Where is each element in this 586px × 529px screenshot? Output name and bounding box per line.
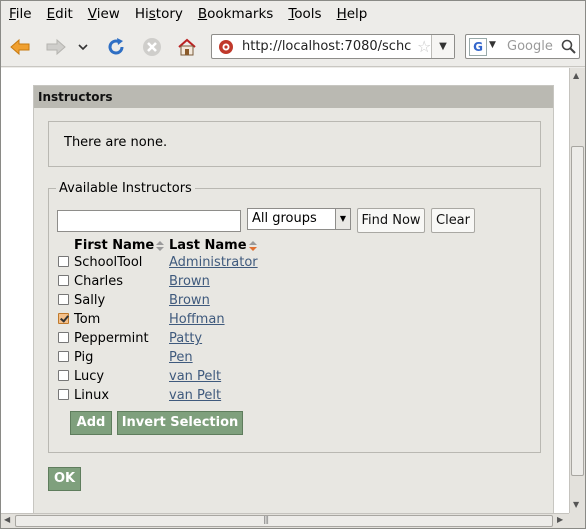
menu-help[interactable]: Help [329, 6, 375, 22]
navigation-toolbar: http://localhost:7080/schc ☆ ▼ G ▼ Googl… [1, 28, 585, 67]
invert-selection-button[interactable]: Invert Selection [117, 411, 243, 435]
select-checkbox[interactable] [58, 332, 69, 343]
back-icon[interactable] [7, 34, 33, 60]
first-name-cell: Linux [74, 388, 110, 403]
last-name-header[interactable]: Last Name [169, 238, 257, 253]
url-text[interactable]: http://localhost:7080/schc [242, 39, 414, 54]
find-now-button[interactable]: Find Now [357, 208, 425, 233]
select-checkbox[interactable] [58, 275, 69, 286]
last-name-link[interactable]: Brown [169, 293, 210, 308]
url-dropdown-icon[interactable]: ▼ [431, 35, 454, 58]
fieldset-legend: Available Instructors [59, 181, 192, 196]
scroll-right-icon[interactable]: ▶ [557, 515, 563, 524]
first-name-cell: Peppermint [74, 331, 149, 346]
last-name-link[interactable]: van Pelt [169, 369, 221, 384]
search-bar[interactable]: G ▼ Google [465, 34, 580, 59]
forward-icon[interactable] [43, 34, 69, 60]
scroll-grip-icon: ||| [263, 515, 269, 524]
ok-button[interactable]: OK [48, 467, 81, 491]
select-checkbox[interactable] [58, 256, 69, 267]
url-bar[interactable]: http://localhost:7080/schc ☆ ▼ [211, 34, 455, 59]
chevron-down-icon[interactable]: ▼ [335, 209, 350, 229]
instructor-search-input[interactable] [57, 210, 241, 232]
search-engine-icon[interactable]: G [469, 38, 487, 56]
select-checkbox[interactable] [58, 294, 69, 305]
last-name-link[interactable]: Pen [169, 350, 193, 365]
last-name-link[interactable]: Administrator [169, 255, 258, 270]
site-favicon-icon [218, 39, 234, 55]
add-button[interactable]: Add [70, 411, 112, 435]
sort-icon[interactable] [156, 240, 165, 251]
menu-history[interactable]: History [127, 6, 190, 22]
menu-bar: File Edit View History Bookmarks Tools H… [1, 1, 585, 27]
browser-window: File Edit View History Bookmarks Tools H… [0, 0, 586, 529]
vertical-scroll-thumb[interactable] [571, 146, 584, 476]
instructors-panel: Instructors There are none. Available In… [33, 85, 554, 513]
select-checkbox[interactable] [58, 389, 69, 400]
last-name-header-label: Last Name [169, 238, 247, 253]
group-select-value: All groups [252, 211, 317, 226]
last-name-link[interactable]: Brown [169, 274, 210, 289]
horizontal-scroll-thumb[interactable] [15, 515, 553, 527]
search-magnifier-icon[interactable] [561, 39, 576, 54]
empty-message: There are none. [48, 121, 541, 167]
first-name-cell: SchoolTool [74, 255, 143, 270]
select-checkbox[interactable] [58, 370, 69, 381]
search-engine-dropdown-icon[interactable]: ▼ [489, 40, 496, 50]
page-viewport: Instructors There are none. Available In… [1, 68, 569, 513]
scroll-left-icon[interactable]: ◀ [4, 515, 10, 524]
first-name-cell: Charles [74, 274, 124, 289]
scroll-up-icon[interactable]: ▲ [573, 71, 579, 80]
sort-icon[interactable] [248, 240, 257, 251]
horizontal-scrollbar[interactable]: ◀ ||| ▶ [1, 513, 569, 528]
vertical-scrollbar[interactable]: ▲ ▼ [569, 68, 585, 513]
first-name-cell: Pig [74, 350, 94, 365]
menu-bookmarks[interactable]: Bookmarks [190, 6, 280, 22]
menu-tools[interactable]: Tools [280, 6, 328, 22]
panel-title: Instructors [34, 86, 553, 108]
available-instructors-fieldset: Available Instructors All groups ▼ Find … [48, 181, 541, 453]
first-name-header-label: First Name [74, 238, 155, 253]
first-name-cell: Tom [74, 312, 101, 327]
first-name-header[interactable]: First Name [74, 238, 165, 253]
last-name-link[interactable]: van Pelt [169, 388, 221, 403]
clear-button[interactable]: Clear [431, 208, 475, 233]
last-name-link[interactable]: Hoffman [169, 312, 225, 327]
stop-icon[interactable] [139, 34, 165, 60]
first-name-cell: Sally [74, 293, 106, 308]
menu-edit[interactable]: Edit [39, 6, 80, 22]
menu-view[interactable]: View [80, 6, 127, 22]
menu-file[interactable]: File [1, 6, 39, 22]
bookmark-star-icon[interactable]: ☆ [417, 37, 431, 56]
select-checkbox[interactable] [58, 313, 69, 324]
reload-icon[interactable] [103, 34, 129, 60]
select-checkbox[interactable] [58, 351, 69, 362]
first-name-cell: Lucy [74, 369, 105, 384]
group-select[interactable]: All groups ▼ [247, 208, 351, 230]
scrollbar-corner [569, 513, 585, 528]
search-input[interactable]: Google [507, 39, 553, 54]
home-icon[interactable] [174, 34, 200, 60]
last-name-link[interactable]: Patty [169, 331, 202, 346]
scroll-down-icon[interactable]: ▼ [573, 500, 579, 509]
history-dropdown-icon[interactable] [74, 34, 92, 60]
